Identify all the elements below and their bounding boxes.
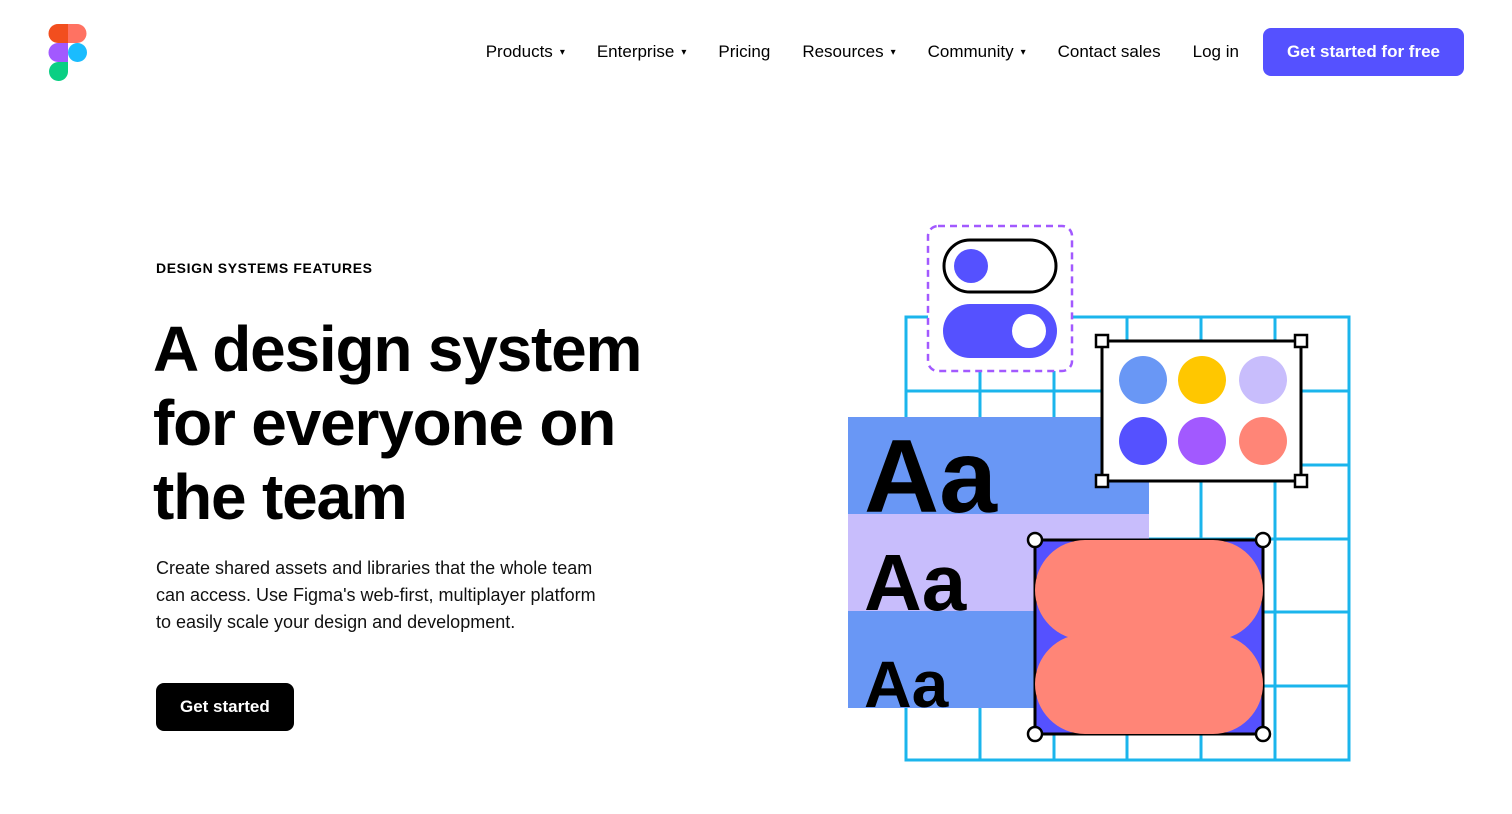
nav-item-label: Products <box>485 42 553 61</box>
color-swatch <box>1239 356 1287 404</box>
nav-item-label: Pricing <box>718 42 771 61</box>
toggle-component-card <box>926 224 1074 373</box>
shape-component-card <box>1026 531 1272 743</box>
nav-item-log-in[interactable]: Log in <box>1193 42 1239 62</box>
headline-line: the team <box>153 461 408 533</box>
nav-item-label: Log in <box>1192 42 1239 61</box>
nav-item-pricing[interactable]: Pricing <box>718 42 770 62</box>
main-nav: Products ▾ Enterprise ▾ Pricing Resource… <box>486 28 1464 76</box>
color-swatch <box>1178 417 1226 465</box>
color-swatch <box>1119 356 1167 404</box>
color-swatch <box>1239 417 1287 465</box>
type-sample-medium: Aa <box>864 538 967 627</box>
nav-item-label: Enterprise <box>596 42 675 61</box>
chevron-down-icon: ▾ <box>681 46 687 58</box>
chevron-down-icon: ▾ <box>890 46 896 58</box>
nav-item-enterprise[interactable]: Enterprise ▾ <box>597 42 687 62</box>
description-line: Create shared assets and libraries that … <box>156 558 593 578</box>
design-system-illustration: Aa Aa Aa <box>848 224 1351 762</box>
nav-item-contact-sales[interactable]: Contact sales <box>1058 42 1161 62</box>
get-started-free-button[interactable]: Get started for free <box>1262 28 1464 76</box>
nav-item-label: Community <box>927 42 1014 61</box>
color-swatches-card <box>1094 333 1309 489</box>
type-sample-large: Aa <box>864 419 998 535</box>
nav-item-resources[interactable]: Resources ▾ <box>802 42 895 62</box>
chevron-down-icon: ▾ <box>559 46 565 58</box>
nav-item-label: Contact sales <box>1057 42 1161 61</box>
get-started-button[interactable]: Get started <box>156 683 294 731</box>
section-eyebrow: DESIGN SYSTEMS FEATURES <box>156 260 373 276</box>
color-swatch <box>1119 417 1167 465</box>
nav-item-products[interactable]: Products ▾ <box>486 42 565 62</box>
figma-logo-icon[interactable] <box>48 24 88 82</box>
nav-item-label: Resources <box>802 42 884 61</box>
nav-item-community[interactable]: Community ▾ <box>928 42 1026 62</box>
color-swatch <box>1178 356 1226 404</box>
headline-line: A design system <box>153 313 642 385</box>
hero-description: Create shared assets and libraries that … <box>156 555 656 636</box>
description-line: can access. Use Figma's web-first, multi… <box>156 585 596 605</box>
chevron-down-icon: ▾ <box>1020 46 1026 58</box>
type-sample-small: Aa <box>864 647 950 721</box>
description-line: to easily scale your design and developm… <box>156 612 516 632</box>
headline-line: for everyone on <box>153 387 616 459</box>
hero-headline: A design system for everyone on the team <box>153 312 713 534</box>
